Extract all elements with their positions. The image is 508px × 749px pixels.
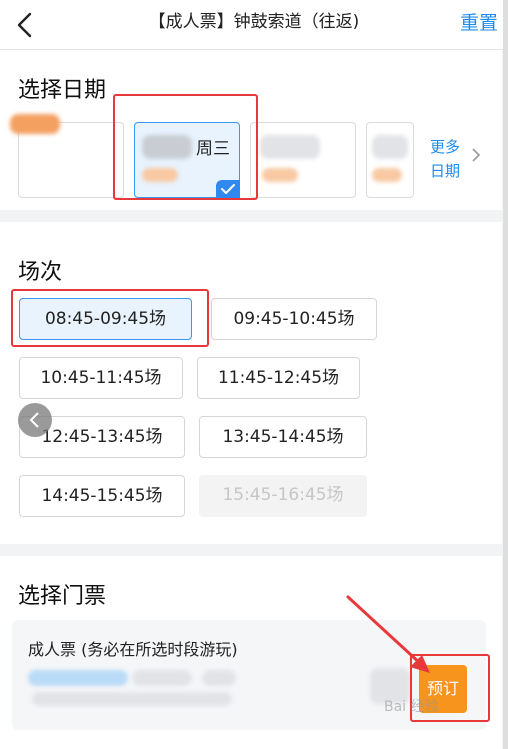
blurred-price xyxy=(142,168,178,182)
session-option[interactable]: 10:45-11:45场 xyxy=(19,357,183,399)
session-section-title: 场次 xyxy=(18,260,63,285)
page-title: 【成人票】钟鼓索道（往返) xyxy=(148,12,360,32)
annotation-arrow xyxy=(346,595,430,673)
ticket-section-title: 选择门票 xyxy=(18,584,107,609)
blurred-ticket-info xyxy=(202,670,236,686)
blurred-date-text xyxy=(260,135,320,159)
blurred-date-text xyxy=(142,135,192,159)
session-option[interactable]: 13:45-14:45场 xyxy=(199,416,367,458)
session-option[interactable]: 08:45-09:45场 xyxy=(19,298,192,340)
chevron-left-icon xyxy=(29,412,39,428)
check-icon xyxy=(216,180,240,198)
selected-weekday: 周三 xyxy=(196,139,230,159)
blurred-ticket-info xyxy=(28,670,128,686)
blurred-price xyxy=(262,168,298,182)
date-card-4[interactable] xyxy=(366,122,414,198)
watermark: Bai 经验 xyxy=(384,699,439,715)
session-option[interactable]: 14:45-15:45场 xyxy=(19,475,185,517)
blurred-date-text xyxy=(372,135,408,159)
blurred-date-text xyxy=(10,114,60,134)
ticket-name: 成人票 (务必在所选时段游玩) xyxy=(28,640,238,659)
date-card-3[interactable] xyxy=(250,122,356,198)
more-dates-button[interactable]: 更多 日期 xyxy=(430,135,470,183)
chevron-right-icon xyxy=(470,147,482,162)
date-section-title: 选择日期 xyxy=(18,78,107,103)
chevron-left-icon xyxy=(17,12,32,38)
blurred-ticket-info xyxy=(132,670,192,686)
back-button[interactable] xyxy=(8,6,44,42)
session-option[interactable]: 09:45-10:45场 xyxy=(211,298,377,340)
floating-back-button[interactable] xyxy=(18,403,52,437)
session-option[interactable]: 11:45-12:45场 xyxy=(197,357,360,399)
session-option-disabled: 15:45-16:45场 xyxy=(199,475,367,517)
more-dates-label-2: 日期 xyxy=(430,162,461,180)
reset-button[interactable]: 重置 xyxy=(448,8,498,38)
blurred-price xyxy=(372,168,402,182)
more-dates-label-1: 更多 xyxy=(430,138,461,156)
blurred-ticket-info xyxy=(32,692,232,706)
scrollbar-track xyxy=(503,0,508,749)
